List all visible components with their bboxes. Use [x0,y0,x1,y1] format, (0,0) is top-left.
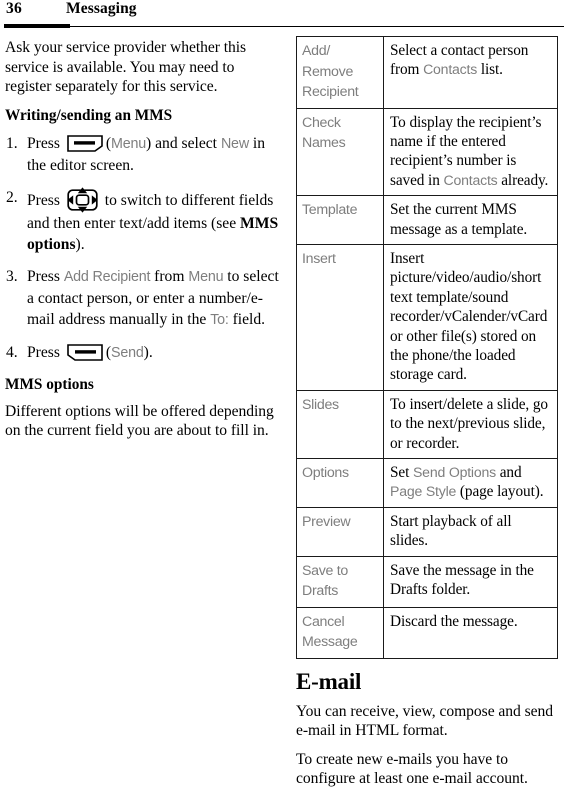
running-head-title: Messaging [66,0,137,17]
ui-term-menu: Menu [188,268,224,285]
description-text: and [496,464,522,481]
table-row: Cancel Message Discard the message. [296,606,558,659]
mms-options-table: Add/ Remove Recipient Select a contact pe… [296,36,558,659]
table-option-name: Preview [296,506,384,557]
table-row: Options Set Send Options and Page Style (… [296,458,558,508]
table-option-description: Select a contact person from Contacts li… [383,36,558,109]
step-text-post-a: to switch to different fields and then e… [27,191,274,232]
section-heading-email: E-mail [296,668,362,694]
step-text-pre: Press [27,191,60,209]
description-text: already. [497,171,549,189]
description-text: Insert picture/video/audio/short text te… [390,249,548,384]
ui-term: Contacts [443,171,498,188]
ui-term: Page Style [390,483,457,500]
table-option-name: Options [296,458,384,508]
table-row: Preview Start playback of all slides. [296,506,558,557]
ui-term: Send Options [412,464,496,480]
step-text-pre: Press [27,267,60,285]
step-item-1: 1. Press (Menu) and select New in the edi… [5,133,283,176]
step-text-pre: Press [27,343,60,361]
ui-term-new: New [220,135,249,152]
table-option-name: Slides [296,389,384,460]
table-option-description: To display the recipient’s name if the e… [383,107,558,197]
email-paragraph-1: You can receive, view, compose and send … [296,702,554,740]
table-row: Add/ Remove Recipient Select a contact pe… [296,36,558,109]
table-option-description: Insert picture/video/audio/short text te… [383,243,558,391]
steps-list: 1. Press (Menu) and select New in the edi… [5,133,283,364]
table-option-description: Start playback of all slides. [383,506,558,557]
table-row: Check Names To display the recipient’s na… [296,107,558,197]
table-option-name: Insert [296,243,384,391]
description-text: Save the message in the Drafts folder. [390,561,534,599]
subheading-mms-options: MMS options [5,375,94,393]
ui-term-send: Send [111,344,144,361]
step-number: 1. [6,134,18,152]
table-row: Insert Insert picture/video/audio/short t… [296,243,558,391]
step-text-pre: Press [27,134,60,152]
description-text: Set the current MMS message as a templat… [390,201,528,238]
step-number: 2. [6,188,18,206]
table-option-name: Check Names [296,107,384,197]
description-text: (page layout). [456,483,544,501]
email-paragraph-2: To create new e-mails you have to config… [296,750,528,788]
header-rule-thin [70,26,564,28]
intro-paragraph: Ask your service provider whether this s… [5,39,247,96]
softkey-menu-icon [67,134,103,152]
table-option-name: Cancel Message [296,606,384,659]
ui-term-add-recipient: Add Recipient [63,268,151,285]
left-column: Ask your service provider whether this s… [5,38,283,450]
description-text: list. [477,61,503,79]
step-text-post: ). [143,343,153,361]
table-row: Slides To insert/delete a slide, go to th… [296,389,558,460]
description-text: Start playback of all slides. [390,512,512,550]
table-option-description: Set the current MMS message as a templat… [383,195,558,245]
description-text: Set [390,464,413,481]
header-rule-thick [4,24,70,28]
right-column: Add/ Remove Recipient Select a contact pe… [296,36,560,798]
navigation-key-icon [67,187,98,213]
table-option-name: Add/ Remove Recipient [296,36,384,109]
step-item-3: 3. Press Add Recipient from Menu to selec… [5,266,283,331]
table-row: Save to Drafts Save the message in the Dr… [296,555,558,608]
step-number: 3. [6,267,18,285]
mms-options-paragraph: Different options will be offered depend… [5,402,274,440]
softkey-send-icon [67,343,103,361]
step-item-2: 2. Press to switch to different fields an… [5,187,283,255]
subheading-writing-sending-mms: Writing/sending an MMS [5,106,173,124]
ui-term: Contacts [423,61,478,78]
table-option-name: Save to Drafts [296,555,384,608]
step-text-post-b: ). [75,235,85,253]
table-option-description: Save the message in the Drafts folder. [383,555,558,608]
table-option-name: Template [296,195,384,245]
page-number: 36 [6,0,22,17]
ui-term-menu: Menu [111,135,147,152]
description-text: Discard the message. [390,612,518,630]
step-text-post-b: field. [232,310,266,328]
step-text-mid: ) and select [146,134,218,152]
description-text: To insert/delete a slide, go to the next… [390,395,548,452]
table-option-description: Discard the message. [383,606,558,659]
table-option-description: Set Send Options and Page Style (page la… [383,458,558,508]
step-number: 4. [6,343,18,361]
step-item-4: 4. Press (Send). [5,342,283,364]
step-text-mid: from [154,267,185,285]
ui-term-to-field: To: [210,311,229,328]
page-header: 36 Messaging [0,0,568,30]
table-row: Template Set the current MMS message as a… [296,195,558,245]
table-body: Add/ Remove Recipient Select a contact pe… [296,36,558,659]
table-option-description: To insert/delete a slide, go to the next… [383,389,558,460]
